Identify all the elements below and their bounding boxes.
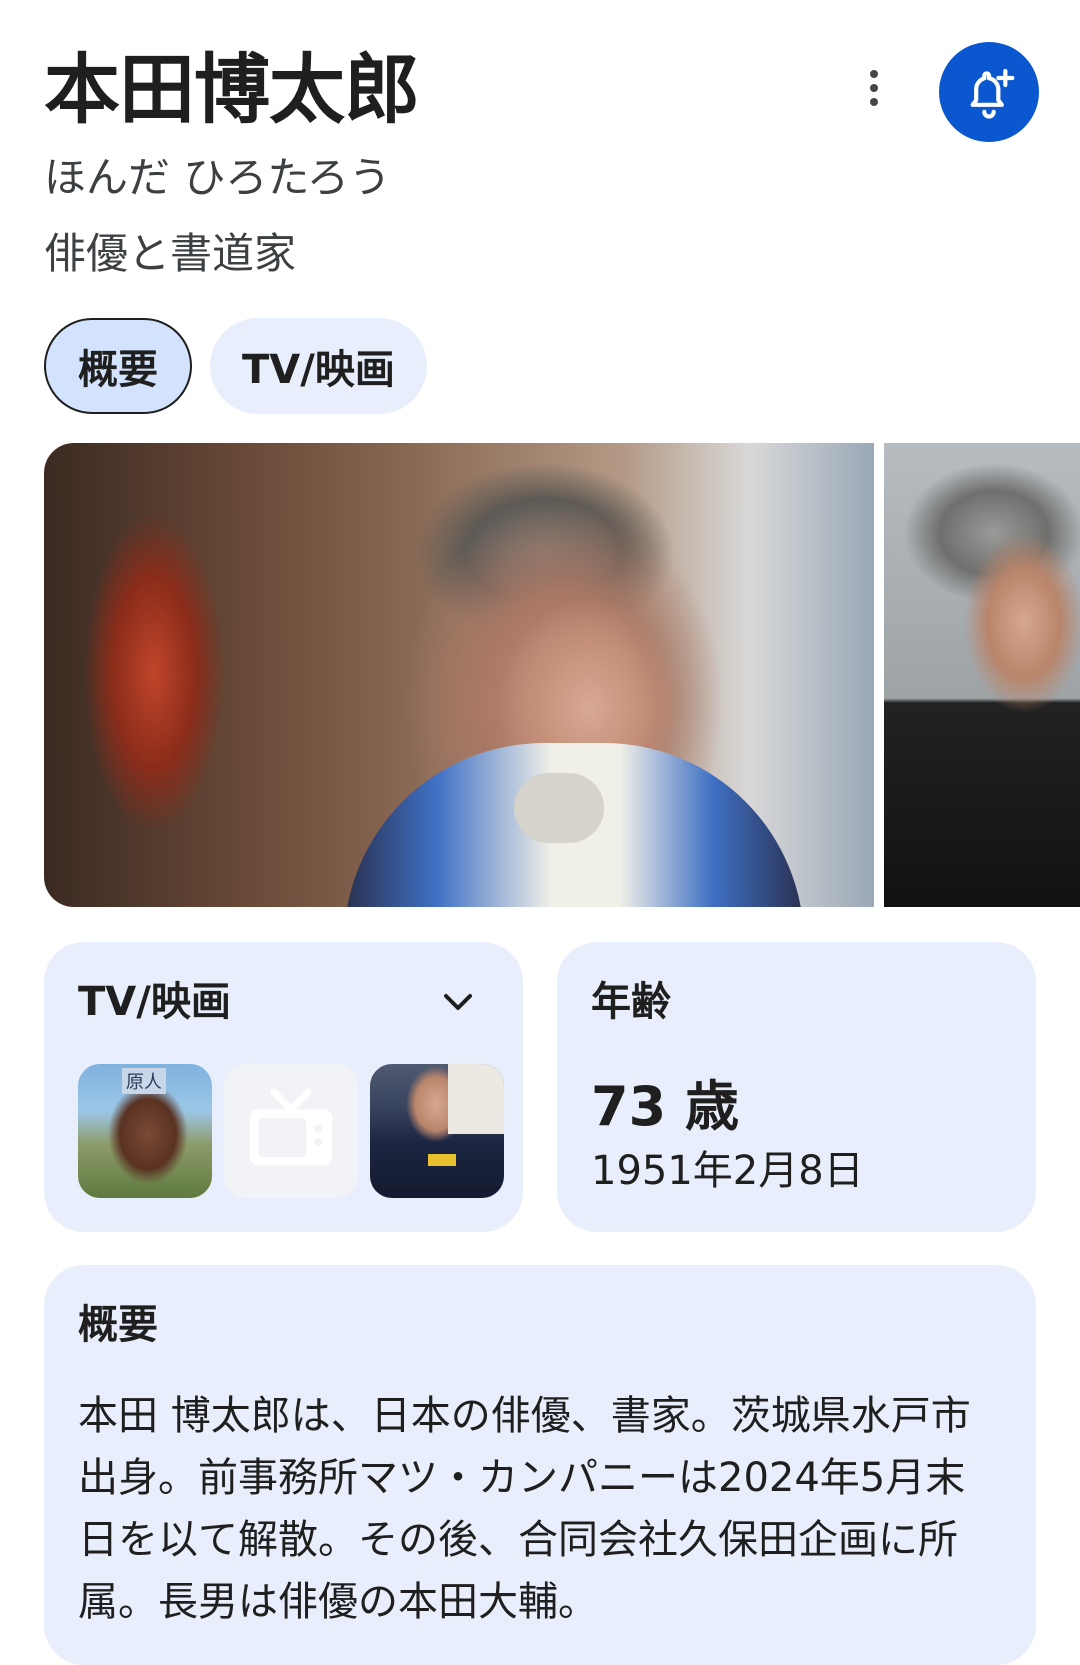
chevron-down-icon[interactable] — [434, 978, 482, 1026]
name-reading: ほんだ ひろたろう — [44, 153, 391, 202]
summary-heading: 概要 — [78, 1302, 158, 1348]
tv-movies-card[interactable]: TV/映画 原人 — [44, 942, 523, 1232]
movie-thumbnail[interactable] — [370, 1064, 504, 1198]
entity-description: 俳優と書道家 — [44, 229, 297, 278]
age-card[interactable]: 年齢 73 歳 1951年2月8日 — [557, 942, 1036, 1232]
secondary-photo[interactable] — [884, 443, 1080, 907]
chip-overview[interactable]: 概要 — [44, 318, 192, 414]
tv-movies-heading: TV/映画 — [78, 979, 231, 1025]
more-options-button[interactable] — [850, 64, 898, 112]
age-value: 73 歳 — [591, 1075, 739, 1138]
age-heading: 年齢 — [591, 979, 671, 1025]
more-vert-icon — [870, 70, 878, 78]
summary-card[interactable]: 概要 本田 博太郎は、日本の俳優、書家。茨城県水戸市出身。前事務所マツ・カンパニ… — [44, 1265, 1036, 1665]
chip-tv-movies[interactable]: TV/映画 — [210, 318, 427, 414]
movie-thumbnail-placeholder[interactable] — [224, 1064, 358, 1198]
bell-add-icon — [970, 68, 1015, 119]
movie-thumbnail[interactable]: 原人 — [78, 1064, 212, 1198]
entity-title: 本田博太郎 — [44, 45, 420, 134]
follow-button[interactable] — [939, 42, 1039, 142]
tv-movies-thumbnails: 原人 — [78, 1064, 504, 1198]
birth-date: 1951年2月8日 — [591, 1148, 864, 1194]
main-photo[interactable] — [44, 443, 874, 907]
summary-text: 本田 博太郎は、日本の俳優、書家。茨城県水戸市出身。前事務所マツ・カンパニーは2… — [78, 1393, 971, 1625]
tv-icon — [249, 1088, 333, 1166]
tab-chips: 概要 TV/映画 — [44, 318, 427, 414]
